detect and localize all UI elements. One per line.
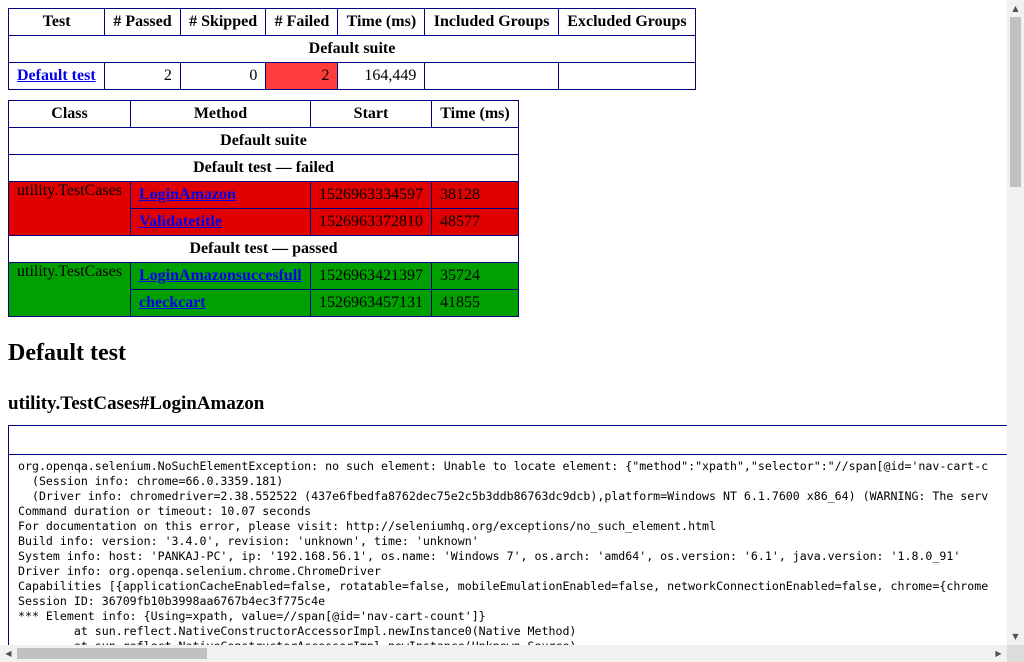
header-time: Time (ms) — [431, 100, 519, 128]
method-link-validatetitle[interactable]: Validatetitle — [139, 213, 222, 230]
default-test-link[interactable]: Default test — [17, 67, 96, 84]
skipped-count: 0 — [179, 62, 267, 90]
header-time: Time (ms) — [337, 8, 426, 36]
test-detail-title: Default test — [8, 340, 126, 366]
failed-section-label: Default test — failed — [8, 154, 519, 182]
start-value: 1526963334597 — [310, 181, 432, 209]
methods-header-row: Class Method Start Time (ms) — [8, 100, 519, 128]
header-passed: # Passed — [104, 8, 181, 36]
vertical-scroll-thumb[interactable] — [1010, 17, 1021, 187]
method-detail-title: utility.TestCases#LoginAmazon — [8, 393, 265, 414]
time-value: 38128 — [431, 181, 519, 209]
class-name: utility.TestCases — [8, 262, 131, 317]
failed-count: 2 — [265, 62, 339, 90]
suite-label: Default suite — [8, 35, 696, 63]
summary-data-row: Default test 2 0 2 164,449 — [7, 62, 697, 90]
horizontal-scroll-thumb[interactable] — [17, 648, 207, 659]
triangle-left-icon[interactable]: ◀ — [0, 645, 17, 662]
scrollbar-corner — [1007, 645, 1024, 662]
time-value: 164,449 — [337, 62, 426, 90]
suite-label: Default suite — [8, 127, 519, 155]
header-included-groups: Included Groups — [424, 8, 559, 36]
passed-section-row: Default test — passed — [8, 235, 519, 263]
time-value: 35724 — [431, 262, 519, 290]
exception-header — [9, 426, 1007, 455]
method-cell: Validatetitle — [130, 208, 311, 236]
summary-suite-row: Default suite — [8, 35, 696, 63]
triangle-up-icon[interactable]: ▲ — [1007, 0, 1024, 17]
summary-header-row: Test # Passed # Skipped # Failed Time (m… — [7, 8, 697, 36]
stack-trace: org.openqa.selenium.NoSuchElementExcepti… — [18, 459, 989, 645]
start-value: 1526963421397 — [310, 262, 432, 290]
passed-count: 2 — [104, 62, 181, 90]
triangle-down-icon[interactable]: ▼ — [1007, 628, 1024, 645]
table-row: utility.TestCases LoginAmazon 1526963334… — [8, 181, 519, 236]
report-content: Test # Passed # Skipped # Failed Time (m… — [7, 8, 1007, 645]
excluded-groups-value — [557, 62, 697, 90]
methods-suite-row: Default suite — [8, 127, 519, 155]
summary-table: Test # Passed # Skipped # Failed Time (m… — [7, 8, 697, 90]
header-test: Test — [7, 8, 106, 36]
time-value: 48577 — [431, 208, 519, 236]
failed-section-row: Default test — failed — [8, 154, 519, 182]
horizontal-scrollbar[interactable]: ◀ ▶ — [0, 645, 1007, 662]
exception-box: org.openqa.selenium.NoSuchElementExcepti… — [8, 425, 1007, 645]
method-cell: checkcart — [130, 289, 311, 317]
class-name: utility.TestCases — [8, 181, 131, 236]
start-value: 1526963457131 — [310, 289, 432, 317]
methods-table: Class Method Start Time (ms) Default sui… — [8, 100, 519, 317]
report-viewport: Test # Passed # Skipped # Failed Time (m… — [0, 0, 1007, 645]
time-value: 41855 — [431, 289, 519, 317]
method-link-loginamazon[interactable]: LoginAmazon — [139, 186, 236, 203]
header-skipped: # Skipped — [179, 8, 267, 36]
header-method: Method — [130, 100, 311, 128]
passed-section-label: Default test — passed — [8, 235, 519, 263]
method-cell: LoginAmazon — [130, 181, 311, 209]
method-link-loginamazonsuccesfull[interactable]: LoginAmazonsuccesfull — [139, 267, 302, 284]
test-cell: Default test — [7, 62, 106, 90]
method-link-checkcart[interactable]: checkcart — [139, 294, 206, 311]
triangle-right-icon[interactable]: ▶ — [990, 645, 1007, 662]
header-failed: # Failed — [265, 8, 339, 36]
table-row: utility.TestCases LoginAmazonsuccesfull … — [8, 262, 519, 317]
header-start: Start — [310, 100, 432, 128]
included-groups-value — [424, 62, 559, 90]
header-class: Class — [8, 100, 131, 128]
header-excluded-groups: Excluded Groups — [557, 8, 697, 36]
vertical-scrollbar[interactable]: ▲ ▼ — [1007, 0, 1024, 645]
method-cell: LoginAmazonsuccesfull — [130, 262, 311, 290]
start-value: 1526963372810 — [310, 208, 432, 236]
